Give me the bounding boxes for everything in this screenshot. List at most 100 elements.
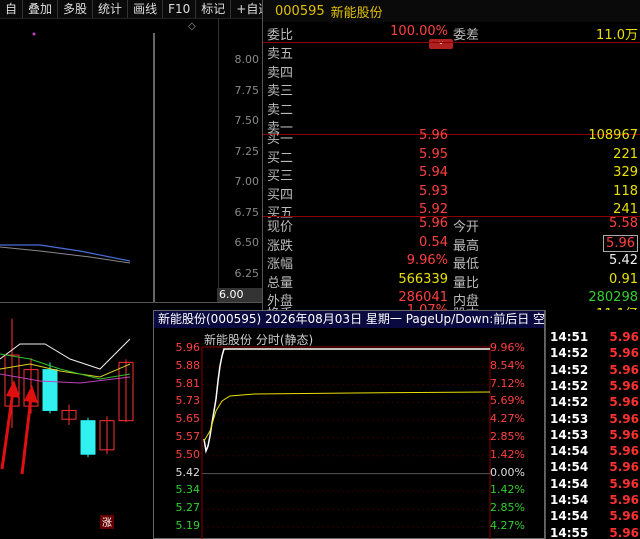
buy-price: 5.93 [419, 183, 448, 199]
intraday-price-label: 5.96 [175, 341, 201, 354]
intraday-window[interactable]: 新能股份(000595) 2026年08月03日 星期一 PageUp/Down… [153, 310, 597, 539]
tick-price: 5.96 [609, 362, 639, 377]
sell-label: 卖二 [267, 102, 294, 118]
price-tick-label: 7.75 [234, 83, 260, 97]
buy-label: 买四 [267, 187, 294, 203]
sell-row: 卖二 [263, 99, 640, 118]
tick-price: 5.96 [609, 378, 639, 393]
buy-volume: 221 [613, 146, 638, 162]
tick-row: 14:54 5.96 [546, 509, 640, 525]
buy-volume: 108967 [588, 128, 638, 143]
tick-row: 14:52 5.96 [546, 395, 640, 411]
intraday-frame [201, 346, 491, 539]
stat-label-2: 今开 [453, 220, 480, 235]
price-tick-label: 6.75 [234, 205, 260, 219]
tick-time: 14:52 [550, 395, 589, 410]
tick-time: 14:52 [550, 378, 589, 393]
stat-label-2: 量比 [453, 275, 480, 291]
stat-value: 0.54 [419, 234, 448, 250]
tick-row: 14:52 5.96 [546, 363, 640, 379]
tick-time: 14:55 [550, 525, 589, 539]
sell-label: 卖五 [267, 47, 294, 62]
intraday-pct-label: 4.27% [490, 519, 525, 532]
tick-price: 5.96 [609, 346, 639, 361]
toolbar-button[interactable]: 统计 [93, 0, 129, 18]
intraday-subtitle: 新能股份 分时(静态) [204, 333, 314, 347]
price-tick-label: 7.25 [234, 144, 260, 158]
tick-time: 14:54 [550, 460, 589, 475]
stat-value-2: 5.96 [603, 234, 638, 252]
stat-row: 总量 566339 量比 0.91 [263, 272, 640, 291]
stat-value-2: 5.42 [609, 253, 638, 268]
buy-label: 买三 [267, 169, 294, 184]
sell-row: 卖三 [263, 80, 640, 99]
stat-row: 涨幅 9.96% 最低 5.42 [263, 253, 640, 272]
diff-value: 11.0万 [596, 28, 638, 43]
intraday-price-label: 5.42 [175, 465, 201, 479]
tick-price: 5.96 [609, 411, 639, 426]
tick-time: 14:52 [550, 362, 589, 377]
tick-price: 5.96 [609, 444, 639, 459]
quote-panel: 000595 新能股份 委比100.00%委差11.0万⌄卖五卖四卖三卖二卖一买… [262, 0, 640, 322]
price-axis: 8.00 7.75 7.50 7.25 7.00 6.75 6.50 6.25 [218, 19, 262, 301]
tick-row: 14:54 5.96 [546, 444, 640, 460]
tick-time: 14:51 [550, 330, 589, 344]
buy-row: 买三 5.94 329 [263, 165, 640, 184]
intraday-price-label: 5.65 [175, 412, 201, 426]
tick-list[interactable]: 14:51 5.96 14:52 5.96 14:52 5.96 14:52 5.96 14:5… [545, 310, 640, 539]
buy-price: 5.96 [419, 128, 448, 143]
tick-row: 14:52 5.96 [546, 379, 640, 395]
tick-price: 5.96 [609, 525, 639, 539]
tick-row: 14:52 5.96 [546, 346, 640, 362]
tick-price: 5.96 [609, 427, 639, 442]
tick-row: 14:55 5.96 [546, 526, 640, 539]
arrow-head-icon [6, 380, 20, 398]
tick-time: 14:54 [550, 509, 589, 524]
current-price-label: 6.00 [217, 288, 262, 302]
ma-line-upper [0, 244, 131, 262]
price-tick-label: 6.50 [234, 236, 260, 249]
stat-label: 涨幅 [267, 257, 294, 272]
intraday-pct-label: 0.00% [490, 465, 525, 479]
tick-time: 14:52 [550, 346, 589, 361]
intraday-pct-label: 2.85% [490, 430, 525, 443]
price-tick-label: 7.50 [234, 114, 260, 127]
buy-price: 5.95 [419, 146, 448, 162]
intraday-price-label: 5.57 [175, 430, 201, 443]
tick-time: 14:54 [550, 493, 589, 507]
intraday-pct-label: 9.96% [490, 341, 525, 354]
tick-time: 14:54 [550, 444, 589, 459]
tick-time: 14:53 [550, 427, 589, 442]
intraday-title[interactable]: 新能股份(000595) 2026年08月03日 星期一 PageUp/Down… [154, 311, 597, 328]
intraday-pct-label: 7.12% [490, 376, 525, 390]
stat-row: 涨跌 0.54 最高 5.96 [263, 234, 640, 254]
toolbar-button[interactable]: F10 [163, 0, 197, 18]
price-tick-label: 8.00 [234, 53, 260, 66]
toolbar-button[interactable]: 叠加 [23, 0, 59, 18]
diamond-icon: ◇ [188, 21, 196, 32]
toolbar-button[interactable]: 自 [0, 0, 24, 18]
intraday-avg-line [203, 391, 491, 442]
stock-name: 新能股份 [330, 5, 383, 21]
tick-row: 14:54 5.96 [546, 493, 640, 509]
toolbar-button[interactable]: 画线 [128, 0, 164, 18]
buy-label: 买一 [267, 132, 294, 147]
toolbar-button[interactable]: 标记 [196, 0, 232, 18]
toolbar-button[interactable]: 多股 [58, 0, 94, 18]
candle-body [42, 369, 58, 411]
price-tick-label: 7.00 [234, 175, 260, 188]
buy-label: 买二 [267, 150, 294, 166]
buy-price: 5.94 [419, 165, 448, 180]
stock-code: 000595 [275, 3, 325, 19]
tick-row: 14:53 5.96 [546, 428, 640, 444]
tick-time: 14:53 [550, 411, 589, 426]
limit-up-tag: 涨 [102, 517, 112, 529]
stat-row: 现价 5.96 今开 5.58 [263, 216, 640, 235]
tick-price: 5.96 [609, 476, 639, 491]
buy-row: 买一 5.96 108967 [263, 128, 640, 147]
sell-row: 卖五 [263, 43, 640, 62]
intraday-pct-label: 5.69% [490, 394, 525, 408]
intraday-price-line [203, 348, 490, 454]
toolbar: 自叠加多股统计画线F10标记+自选返回 [0, 0, 312, 19]
stat-label-2: 最低 [453, 257, 480, 272]
